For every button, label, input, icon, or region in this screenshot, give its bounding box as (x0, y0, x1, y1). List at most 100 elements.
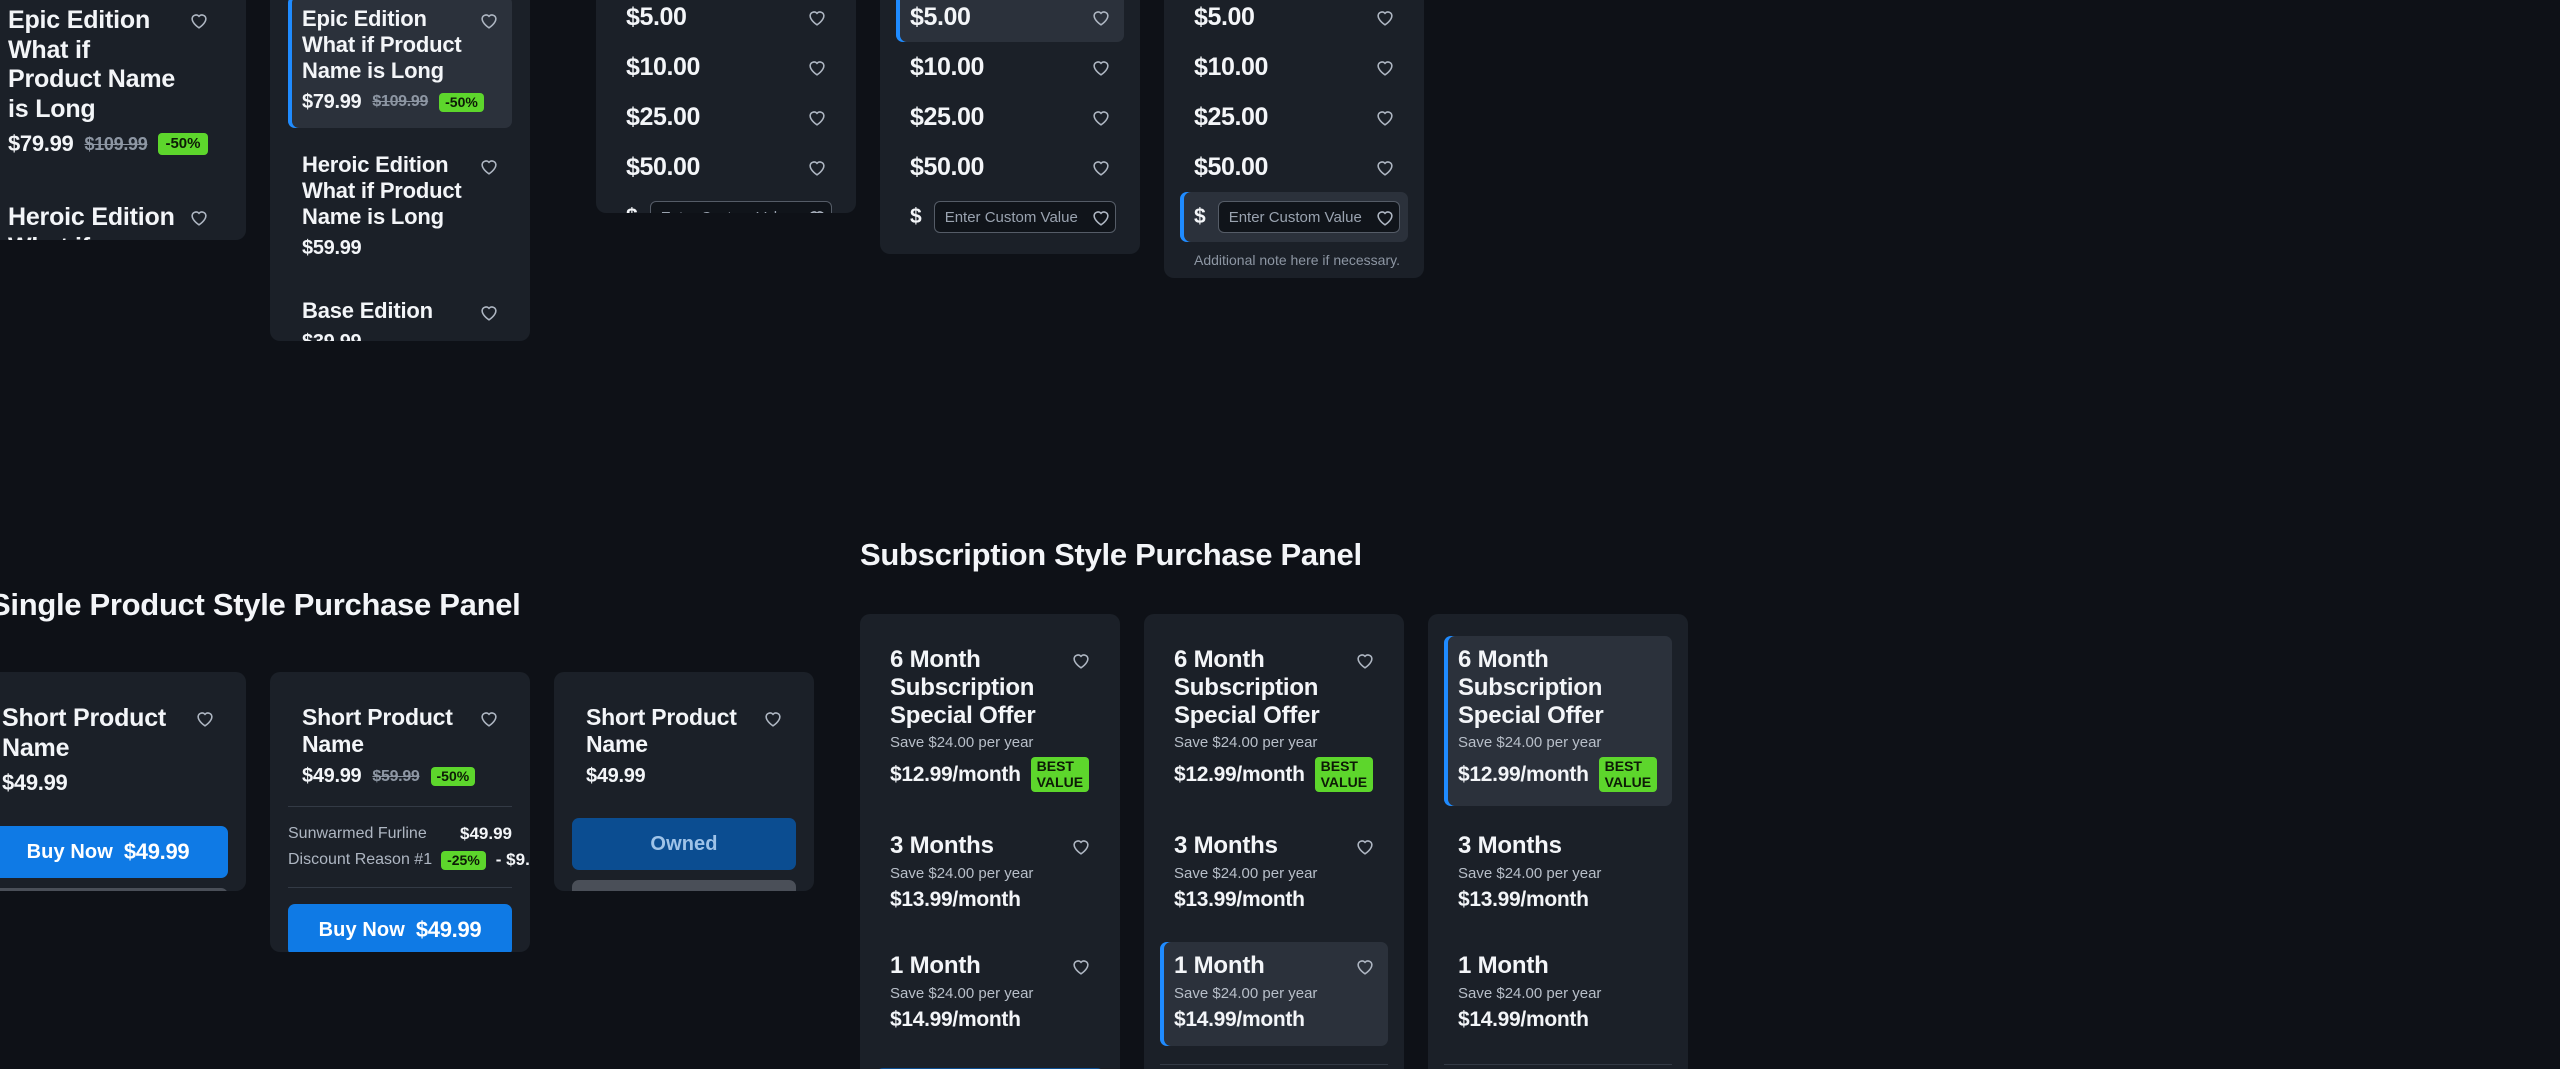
heart-icon[interactable] (478, 707, 500, 729)
heart-icon[interactable] (806, 156, 828, 178)
subscription-plan-row[interactable]: 1 Month Save $24.00 per year $14.99/mont… (876, 942, 1104, 1046)
subscription-plan-row[interactable]: 6 Month Subscription Special Offer Save … (876, 636, 1104, 806)
giftcard-amount-row[interactable]: $5.00 (1180, 0, 1408, 42)
plan-price-line: $14.99/month (890, 1008, 1058, 1032)
buy-now-button[interactable]: Buy Now $49.99 (288, 904, 512, 952)
giftcard-amount: $25.00 (1194, 102, 1269, 131)
plan-title: 6 Month Subscription Special Offer (1458, 646, 1604, 729)
gift-button[interactable]: Gift $49.99 (0, 888, 228, 891)
giftcard-amount-row-selected[interactable]: $5.00 (896, 0, 1124, 42)
giftcard-amount-row[interactable]: $10.00 (612, 42, 840, 92)
plan-price: $12.99/month (1458, 762, 1589, 786)
plan-price-line: $14.99/month (1458, 1008, 1626, 1032)
heart-icon[interactable] (1090, 206, 1112, 228)
heart-icon[interactable] (1374, 156, 1396, 178)
product-option-title: Epic Edition What if Product Name is Lon… (302, 6, 462, 83)
heart-icon[interactable] (1090, 6, 1112, 28)
giftcard-amount-row[interactable]: $10.00 (896, 42, 1124, 92)
price-line: $79.99 $109.99 -50% (8, 131, 208, 157)
current-price: $79.99 (302, 90, 362, 113)
heart-icon[interactable] (762, 707, 784, 729)
product-option-row[interactable]: Base Edition $39.99 (288, 288, 512, 341)
custom-value-input[interactable] (933, 201, 1116, 233)
giftcard-amount: $10.00 (626, 52, 701, 81)
heart-icon[interactable] (1090, 56, 1112, 78)
heart-icon[interactable] (1354, 955, 1376, 977)
heart-icon[interactable] (1374, 106, 1396, 128)
plan-title: 3 Months (1174, 832, 1278, 860)
heart-icon[interactable] (1090, 156, 1112, 178)
price-line: $79.99 $109.99 -50% (302, 90, 484, 114)
giftcard-amount-row[interactable]: $25.00 (896, 92, 1124, 142)
heart-icon[interactable] (478, 9, 500, 31)
heart-icon[interactable] (806, 6, 828, 28)
product-title: Short Product Name (586, 704, 737, 758)
plan-savings: Save $24.00 per year (1174, 865, 1318, 883)
giftcard-amount-row[interactable]: $25.00 (612, 92, 840, 142)
giftcard-amount-row[interactable]: $50.00 (612, 142, 840, 192)
subscription-plan-row[interactable]: 6 Month Subscription Special Offer Save … (1160, 636, 1388, 806)
heart-icon[interactable] (1354, 649, 1376, 671)
heart-icon[interactable] (188, 9, 210, 31)
plan-price: $13.99/month (1458, 888, 1589, 912)
plan-price: $13.99/month (890, 888, 1021, 912)
heart-icon[interactable] (1374, 6, 1396, 28)
subscription-plan-row[interactable]: 3 Months Save $24.00 per year $13.99/mon… (1160, 822, 1388, 926)
giftcard-custom-row[interactable]: $ (896, 192, 1124, 242)
product-option-title: Base Edition (302, 297, 433, 323)
heart-icon[interactable] (1070, 955, 1092, 977)
heart-icon[interactable] (806, 56, 828, 78)
heart-icon[interactable] (806, 206, 828, 213)
giftcard-custom-row-selected[interactable]: $ (1180, 192, 1408, 242)
giftcard-amount-row[interactable]: $50.00 (896, 142, 1124, 192)
subscription-plan-row[interactable]: 1 Month Save $24.00 per year $14.99/mont… (1444, 942, 1672, 1046)
heart-icon[interactable] (1090, 106, 1112, 128)
heart-icon[interactable] (188, 206, 210, 228)
dollar-sign-icon: $ (626, 205, 638, 213)
product-option-title: Epic Edition What if Product Name is Lon… (8, 6, 176, 123)
subscription-panel-selected: 6 Month Subscription Special Offer Save … (1144, 614, 1404, 1069)
product-row: Short Product Name $49.99 $59.99 -50% (288, 694, 512, 790)
heart-icon[interactable] (478, 155, 500, 177)
subscription-plan-row[interactable]: 3 Months Save $24.00 per year $13.99/mon… (876, 822, 1104, 926)
subscription-plan-row-selected[interactable]: 6 Month Subscription Special Offer Save … (1444, 636, 1672, 807)
giftcard-amount-row[interactable]: $10.00 (1180, 42, 1408, 92)
gift-button[interactable]: Gift $49.99 (572, 880, 796, 891)
plan-title: 1 Month (890, 952, 981, 980)
current-price: $49.99 (302, 765, 362, 788)
heart-icon[interactable] (1354, 835, 1376, 857)
subscription-plan-row[interactable]: 3 Months Save $24.00 per year $13.99/mon… (1444, 822, 1672, 926)
giftcard-amount: $5.00 (910, 2, 971, 31)
heart-icon[interactable] (194, 707, 216, 729)
owned-button[interactable]: Owned (572, 818, 796, 871)
subscription-panel-best-value-selected: 6 Month Subscription Special Offer Save … (1428, 614, 1688, 1069)
product-option-row[interactable]: Epic Edition What if Product Name is Lon… (0, 0, 222, 171)
giftcard-amount-row[interactable]: $25.00 (1180, 92, 1408, 142)
buy-now-button[interactable]: Buy Now $49.99 (0, 826, 228, 878)
custom-value-input[interactable] (1217, 201, 1400, 233)
giftcard-amount-row[interactable]: $50.00 (1180, 142, 1408, 192)
plan-savings: Save $24.00 per year (890, 985, 1034, 1003)
subscription-plan-row-selected[interactable]: 1 Month Save $24.00 per year $14.99/mont… (1160, 942, 1388, 1047)
heart-icon[interactable] (1070, 649, 1092, 671)
giftcard-custom-row[interactable]: $ (612, 192, 840, 213)
divider (1160, 1064, 1388, 1066)
heart-icon[interactable] (1374, 206, 1396, 228)
current-price: $59.99 (302, 236, 362, 259)
product-option-row[interactable]: Heroic Edition What if Product Name is L… (0, 193, 222, 240)
heart-icon[interactable] (478, 301, 500, 323)
discount-badge: -25% (441, 850, 486, 870)
plan-price: $14.99/month (890, 1008, 1021, 1032)
product-option-title: Heroic Edition What if Product Name is L… (302, 151, 462, 229)
plan-price-line: $13.99/month (1458, 888, 1626, 912)
product-option-row[interactable]: Heroic Edition What if Product Name is L… (288, 142, 512, 274)
plan-price-line: $12.99/month BEST VALUE (1458, 757, 1658, 793)
heart-icon[interactable] (806, 106, 828, 128)
heart-icon[interactable] (1374, 56, 1396, 78)
price-line: $49.99 (2, 770, 182, 796)
custom-value-input[interactable] (649, 201, 832, 213)
product-option-row-selected[interactable]: Epic Edition What if Product Name is Lon… (288, 0, 512, 128)
giftcard-amount-row[interactable]: $5.00 (612, 0, 840, 42)
heart-icon[interactable] (1070, 835, 1092, 857)
current-price: $79.99 (8, 131, 74, 156)
